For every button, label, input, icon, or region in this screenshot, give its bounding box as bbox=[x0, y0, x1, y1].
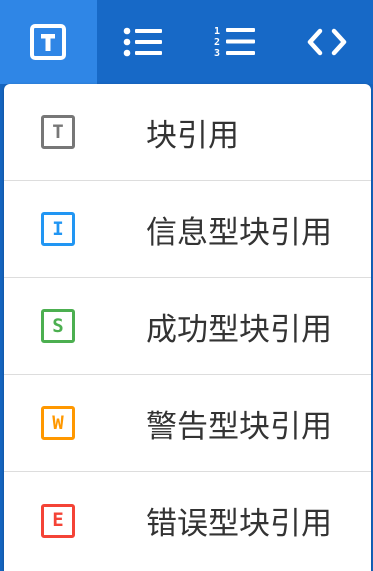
numbered-list-icon: 1 2 3 bbox=[214, 26, 255, 59]
numbered-list-button[interactable]: 1 2 3 bbox=[189, 0, 281, 84]
menu-item-label: 警告型块引用 bbox=[146, 408, 332, 445]
bulleted-list-icon bbox=[123, 27, 162, 57]
list-digit-1: 1 bbox=[214, 26, 220, 37]
list-digit-2: 2 bbox=[214, 37, 220, 48]
blockquote-dropdown-menu: T 块引用 I 信息型块引用 S 成功型块引用 W 警告型块引用 E 错误型块引用 bbox=[4, 84, 371, 571]
quote-letter-icon: T bbox=[41, 115, 75, 149]
list-digit-3: 3 bbox=[214, 48, 220, 59]
code-button[interactable] bbox=[281, 0, 373, 84]
bulleted-list-button[interactable] bbox=[97, 0, 189, 84]
menu-item-label: 信息型块引用 bbox=[146, 214, 332, 251]
menu-item-label: 成功型块引用 bbox=[146, 311, 332, 348]
menu-item-quote[interactable]: T 块引用 bbox=[4, 84, 371, 181]
menu-item-label: 块引用 bbox=[146, 117, 239, 154]
blockquote-button[interactable] bbox=[0, 0, 97, 84]
menu-item-warning-quote[interactable]: W 警告型块引用 bbox=[4, 375, 371, 472]
code-icon bbox=[307, 28, 347, 56]
menu-item-info-quote[interactable]: I 信息型块引用 bbox=[4, 181, 371, 278]
text-block-icon bbox=[30, 24, 67, 60]
menu-item-success-quote[interactable]: S 成功型块引用 bbox=[4, 278, 371, 375]
warning-quote-letter-icon: W bbox=[41, 406, 75, 440]
menu-item-label: 错误型块引用 bbox=[146, 506, 332, 542]
info-quote-letter-icon: I bbox=[41, 212, 75, 246]
success-quote-letter-icon: S bbox=[41, 309, 75, 343]
menu-item-error-quote[interactable]: E 错误型块引用 bbox=[4, 472, 371, 569]
editor-toolbar: 1 2 3 bbox=[0, 0, 373, 84]
error-quote-letter-icon: E bbox=[41, 503, 75, 538]
